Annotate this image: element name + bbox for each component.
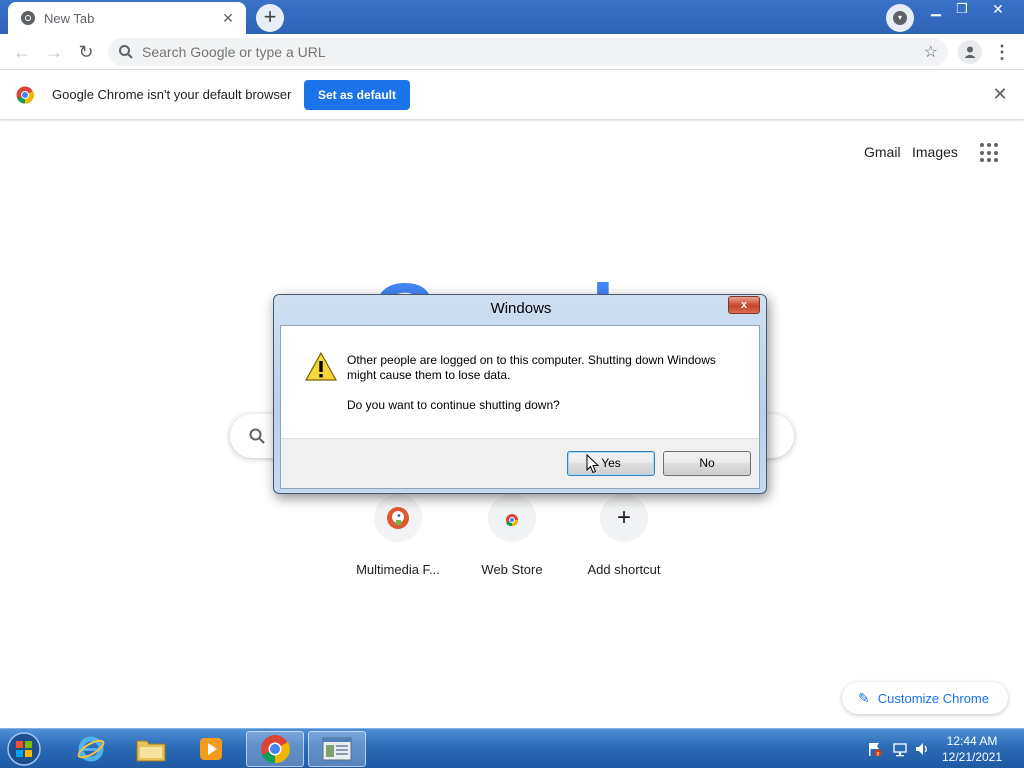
infobar-message: Google Chrome isn't your default browser — [52, 87, 292, 102]
close-window-button[interactable]: ✕ — [976, 0, 1020, 20]
tab-search-button[interactable]: ▾ — [886, 4, 914, 32]
shortcut-web-store[interactable]: Web Store — [456, 494, 568, 577]
shortcut-label: Multimedia F... — [356, 562, 440, 577]
chrome-icon[interactable] — [246, 731, 304, 767]
forward-button[interactable]: → — [42, 40, 66, 64]
shortcut-multimedia[interactable]: Multimedia F... — [342, 494, 454, 577]
shortcut-label: Add shortcut — [587, 562, 661, 577]
dialog-title: Windows — [490, 300, 552, 317]
plus-icon: + — [600, 494, 648, 542]
minimize-button[interactable]: ▁ — [924, 0, 948, 20]
search-icon — [249, 428, 265, 444]
warning-icon — [305, 352, 337, 381]
gmail-link[interactable]: Gmail — [864, 144, 901, 160]
tab-strip: New Tab ✕ + ▾ ▁ ❐ ✕ — [0, 0, 1024, 34]
media-player-icon[interactable] — [182, 731, 240, 767]
tab-new-tab[interactable]: New Tab ✕ — [8, 2, 246, 34]
internet-explorer-icon[interactable] — [62, 731, 120, 767]
shortcut-label: Web Store — [481, 562, 543, 577]
customize-label: Customize Chrome — [877, 690, 989, 706]
windows-taskbar: x 12:44 AM 12/21/2021 — [0, 728, 1024, 768]
pencil-icon: ✎ — [858, 689, 870, 706]
dialog-button-bar: Yes No — [281, 438, 759, 488]
window-app-icon[interactable] — [308, 731, 366, 767]
chrome-logo-icon — [16, 86, 34, 104]
bookmark-star-icon[interactable]: ☆ — [924, 42, 938, 62]
browser-toolbar: ← → ↻ ☆ ⋮ — [0, 34, 1024, 70]
chrome-favicon-icon — [21, 11, 35, 25]
images-link[interactable]: Images — [912, 144, 958, 160]
duckduckgo-icon — [374, 494, 422, 542]
profile-button[interactable] — [958, 40, 982, 64]
person-icon — [964, 46, 976, 58]
file-explorer-icon[interactable] — [122, 731, 180, 767]
restore-button[interactable]: ❐ — [950, 0, 974, 20]
clock-date: 12/21/2021 — [941, 750, 1003, 764]
add-shortcut-button[interactable]: + Add shortcut — [568, 494, 680, 577]
new-tab-button[interactable]: + — [256, 4, 284, 32]
clock-time: 12:44 AM — [946, 734, 998, 748]
svg-text:x: x — [877, 752, 880, 758]
dialog-body: Other people are logged on to this compu… — [280, 325, 760, 489]
customize-chrome-button[interactable]: ✎ Customize Chrome — [842, 682, 1008, 714]
dialog-question: Do you want to continue shutting down? — [347, 398, 560, 412]
set-as-default-button[interactable]: Set as default — [304, 80, 410, 110]
default-browser-infobar: Google Chrome isn't your default browser… — [0, 70, 1024, 120]
reload-button[interactable]: ↻ — [74, 40, 98, 64]
network-icon[interactable] — [892, 741, 908, 757]
yes-button[interactable]: Yes — [567, 451, 655, 476]
shutdown-dialog: Windows x Other people are logged on to … — [273, 294, 767, 494]
tab-close-icon[interactable]: ✕ — [220, 10, 236, 27]
dialog-message: Other people are logged on to this compu… — [347, 353, 716, 382]
close-icon[interactable]: x — [728, 296, 760, 314]
close-icon[interactable]: ✕ — [990, 84, 1010, 104]
back-button[interactable]: ← — [10, 40, 34, 64]
start-button[interactable] — [4, 730, 44, 768]
volume-icon[interactable] — [914, 741, 930, 757]
tab-title: New Tab — [44, 10, 95, 26]
chevron-down-icon: ▾ — [893, 11, 907, 25]
google-apps-icon[interactable] — [980, 143, 1000, 163]
chrome-web-store-icon — [488, 494, 536, 542]
mouse-cursor-icon — [586, 454, 600, 474]
no-button[interactable]: No — [663, 451, 751, 476]
chrome-menu-button[interactable]: ⋮ — [992, 40, 1012, 64]
action-center-flag-icon[interactable]: x — [866, 741, 882, 757]
search-icon — [119, 45, 133, 59]
omnibox[interactable]: ☆ — [108, 38, 948, 66]
address-input[interactable] — [142, 44, 902, 60]
system-clock[interactable]: 12:44 AM 12/21/2021 — [932, 733, 1012, 765]
